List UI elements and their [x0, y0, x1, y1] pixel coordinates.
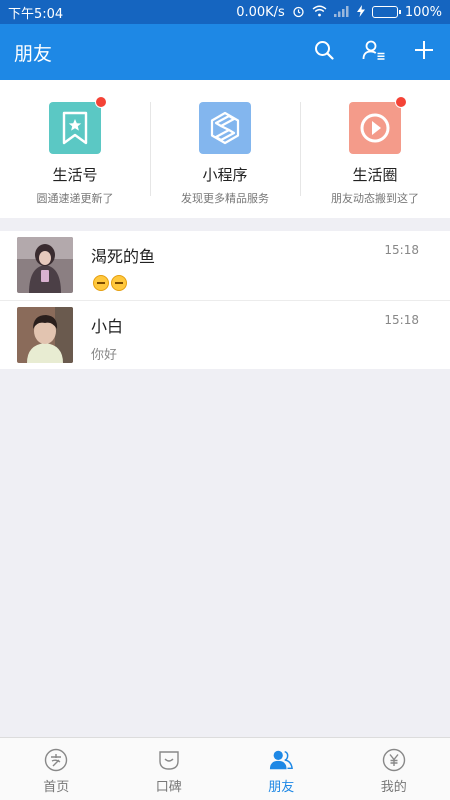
- emoji-icon: [111, 275, 127, 291]
- koubei-icon: [157, 748, 181, 772]
- battery-percent: 100%: [404, 4, 442, 20]
- entry-life-circle[interactable]: 生活圈 朋友动态搬到这了: [300, 80, 450, 218]
- chat-item[interactable]: 小白 你好 15:18: [0, 300, 450, 369]
- notification-badge: [395, 96, 407, 108]
- search-button[interactable]: [312, 40, 336, 64]
- add-button[interactable]: [412, 40, 436, 64]
- message-time: 15:18: [384, 243, 419, 257]
- chat-item[interactable]: 渴死的鱼 15:18: [0, 231, 450, 300]
- bottom-tab-bar: 首页 口碑 朋友 我的: [0, 737, 450, 800]
- chat-body: 小白 你好: [91, 307, 434, 363]
- entry-subtitle: 朋友动态搬到这了: [331, 192, 419, 205]
- entry-label: 小程序: [202, 166, 248, 184]
- avatar: [17, 237, 73, 293]
- status-bar: 下午5:04 0.00K/s 100%: [0, 0, 450, 24]
- charging-icon: [356, 5, 365, 19]
- battery-icon: [371, 6, 401, 18]
- tab-friends[interactable]: 朋友: [225, 738, 338, 800]
- life-circle-icon: [349, 96, 407, 154]
- add-icon: [414, 40, 434, 64]
- header-actions: [312, 40, 436, 64]
- app-header: 朋友: [0, 24, 450, 80]
- friends-icon: [269, 748, 294, 772]
- entry-life-account[interactable]: 生活号 圆通速递更新了: [0, 80, 150, 218]
- tab-koubei[interactable]: 口碑: [113, 738, 226, 800]
- wifi-icon: [312, 5, 327, 19]
- avatar: [17, 307, 73, 363]
- tab-label: 首页: [43, 780, 70, 795]
- alarm-icon: [292, 5, 305, 20]
- entry-mini-programs[interactable]: 小程序 发现更多精品服务: [150, 80, 300, 218]
- message-text: 你好: [91, 347, 118, 363]
- last-message: 你好: [91, 344, 434, 363]
- notification-badge: [95, 96, 107, 108]
- tab-mine[interactable]: 我的: [338, 738, 450, 800]
- tab-label: 口碑: [155, 780, 182, 795]
- chat-body: 渴死的鱼: [91, 237, 434, 292]
- home-icon: [44, 748, 68, 772]
- entry-label: 生活圈: [352, 166, 398, 184]
- entry-subtitle: 发现更多精品服务: [181, 192, 269, 205]
- net-speed: 0.00K/s: [236, 4, 285, 20]
- chat-list: 渴死的鱼 15:18 小白 你好 15:18: [0, 231, 450, 369]
- status-indicators: 0.00K/s 100%: [236, 5, 442, 20]
- tab-label: 我的: [380, 780, 407, 795]
- search-icon: [314, 40, 334, 64]
- entry-label: 生活号: [52, 166, 98, 184]
- contact-name: 小白: [91, 317, 124, 336]
- contact-name: 渴死的鱼: [91, 247, 156, 266]
- contacts-icon: [362, 39, 386, 65]
- wallet-icon: [382, 748, 406, 772]
- last-message: [91, 274, 434, 292]
- tab-label: 朋友: [268, 780, 295, 795]
- bookmark-star-icon: [49, 96, 107, 154]
- page-title: 朋友: [14, 42, 53, 65]
- emoji-icon: [93, 275, 109, 291]
- contacts-button[interactable]: [362, 40, 386, 64]
- tab-home[interactable]: 首页: [0, 738, 113, 800]
- entry-subtitle: 圆通速递更新了: [36, 192, 114, 205]
- signal-icon: [333, 5, 350, 19]
- message-time: 15:18: [384, 313, 419, 327]
- mini-program-icon: [199, 102, 251, 154]
- quick-entries: 生活号 圆通速递更新了 小程序 发现更多精品服务 生活圈 朋友动态搬到这了: [0, 80, 450, 218]
- status-time: 下午5:04: [8, 6, 64, 22]
